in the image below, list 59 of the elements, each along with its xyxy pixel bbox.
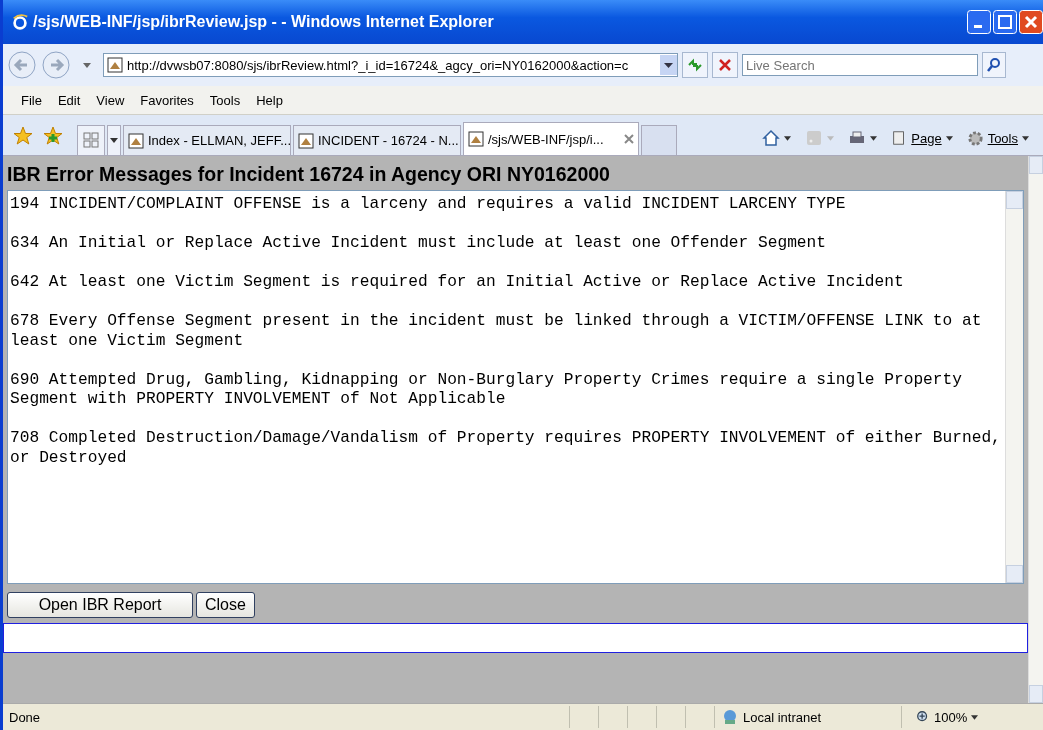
page-heading: IBR Error Messages for Incident 16724 in Agency ORI NY0162000 [7, 162, 611, 187]
caret-icon[interactable] [945, 135, 953, 141]
search-button[interactable] [982, 52, 1006, 78]
address-dropdown-button[interactable] [660, 55, 677, 75]
refresh-button[interactable] [682, 52, 708, 78]
close-tab-icon[interactable] [624, 134, 634, 144]
error-message: 642 At least one Victim Segment is required for an Initial Active or Replace Active Incident [10, 273, 905, 293]
browser-logo-icon [11, 13, 29, 31]
zoom-icon[interactable] [916, 710, 930, 724]
form-button[interactable]: Open IBR Report [7, 592, 193, 618]
browser-tab[interactable]: INCIDENT - 16724 - N... [293, 125, 461, 155]
search-field[interactable]: Live Search [742, 54, 978, 76]
menu-item[interactable]: Edit [57, 92, 81, 108]
blank-input-field[interactable] [3, 623, 1028, 653]
textarea-scrollbar[interactable] [1005, 191, 1023, 583]
caret-icon[interactable] [83, 62, 91, 68]
error-message: 194 INCIDENT/COMPLAINT OFFENSE is a larceny and requires a valid INCIDENT LARCENY TYPE [10, 195, 847, 215]
page-icon [128, 132, 144, 149]
page-scrollbar[interactable] [1028, 156, 1043, 703]
tools-menu[interactable]: Tools [987, 130, 1018, 146]
error-message: 708 Completed Destruction/Damage/Vandalism of Property requires PROPERTY INVOLVEMENT of either Burned, or Destroyed [10, 429, 1002, 468]
window-title: /sjs/WEB-INF/jsp/ibrReview.jsp - - Windows Internet Explorer [33, 13, 495, 31]
menu-item[interactable]: File [21, 92, 42, 108]
tab-title: /sjs/WEB-INF/jsp/i... [488, 131, 604, 147]
menu-item[interactable]: Help [256, 92, 283, 108]
home-icon[interactable] [762, 129, 781, 147]
page-icon [468, 131, 484, 147]
browser-tab[interactable]: /sjs/WEB-INF/jsp/i... [463, 122, 639, 155]
browser-tab[interactable]: Index - ELLMAN, JEFF... [123, 125, 291, 155]
maximize-button[interactable] [993, 10, 1017, 34]
close-button[interactable] [1019, 10, 1043, 34]
caret-icon[interactable] [971, 714, 979, 720]
error-message: 634 An Initial or Replace Active Incident must include at least one Offender Segment [10, 234, 827, 254]
status-text: Done [8, 709, 42, 725]
star-icon[interactable] [13, 126, 33, 146]
gear-icon[interactable] [966, 129, 984, 147]
error-message: 678 Every Offense Segment present in the incident must be linked through a VICTIM/OFFENSE LINK to at least one Victim Segment [10, 312, 983, 351]
page-icon [107, 57, 123, 73]
form-button[interactable]: Close [196, 592, 255, 618]
tab-title: INCIDENT - 16724 - N... [318, 133, 459, 148]
page-icon [298, 132, 314, 149]
page-menu[interactable]: Page [911, 130, 942, 146]
caret-icon[interactable] [870, 135, 878, 141]
menu-item[interactable]: View [96, 92, 125, 108]
network-icon [721, 708, 739, 726]
tab-list-button[interactable] [107, 125, 121, 155]
address-field[interactable]: http://dvwsb07:8080/sjs/ibrReview.html?_i_id=16724&_agcy_ori=NY0162000&action=c [103, 53, 678, 77]
security-zone: Local intranet [743, 709, 822, 725]
tab-title: Index - ELLMAN, JEFF... [148, 133, 292, 148]
caret-icon[interactable] [1022, 135, 1029, 141]
minimize-button[interactable] [967, 10, 991, 34]
zoom-level[interactable]: 100% [934, 709, 968, 725]
menu-item[interactable]: Tools [209, 92, 241, 108]
menu-item[interactable]: Favorites [140, 92, 194, 108]
caret-icon[interactable] [784, 135, 792, 141]
error-message: 690 Attempted Drug, Gambling, Kidnapping or Non-Burglary Property Crimes require a single Property Segment with PROPERTY INVOLVEMENT of Not Applicable [10, 370, 963, 410]
add-favorite-icon[interactable] [43, 126, 63, 146]
stop-button[interactable] [712, 52, 738, 78]
error-messages-textarea[interactable] [7, 190, 1024, 584]
